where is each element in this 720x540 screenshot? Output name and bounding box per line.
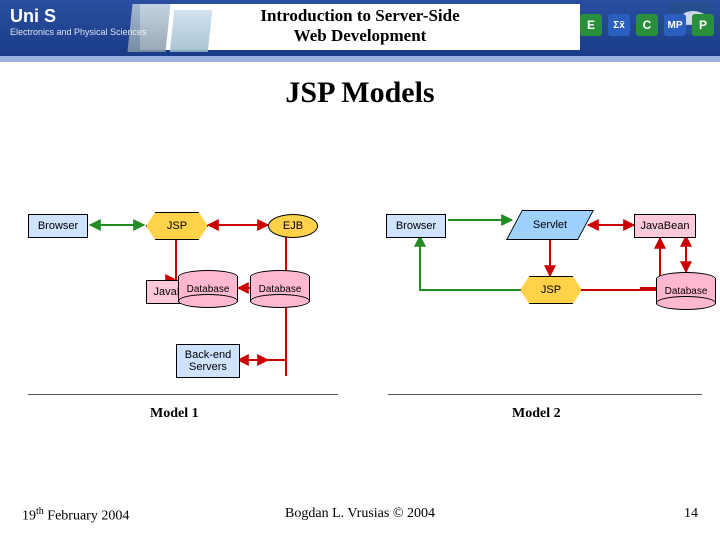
course-title-line2: Web Development xyxy=(294,26,427,45)
footer-page: 14 xyxy=(684,506,698,522)
m2-servlet-node: Servlet xyxy=(514,210,586,240)
badge-c: C xyxy=(636,14,658,36)
m2-jsp-node: JSP xyxy=(520,276,582,304)
diagram-area: Browser JSP EJB JavaBean Database .dia.m… xyxy=(0,180,720,410)
model2-caption: Model 2 xyxy=(512,406,561,422)
model1-diagram: Browser JSP EJB JavaBean Database .dia.m… xyxy=(20,180,350,410)
m2-browser-node: Browser xyxy=(386,214,446,238)
course-title-line1: Introduction to Server-Side xyxy=(260,6,459,25)
footer: 19th February 2004 Bogdan L. Vrusias © 2… xyxy=(0,506,720,530)
m1-database-node: Database xyxy=(178,270,238,308)
m2-database-cyl: Database xyxy=(656,272,716,310)
badge-mp: MP xyxy=(664,14,686,36)
m2-javabean-node: JavaBean xyxy=(634,214,696,238)
header-badges: E Σx̄ C MP P xyxy=(580,14,714,36)
model1-divider xyxy=(28,394,338,395)
slide: Uni S Electronics and Physical Sciences … xyxy=(0,0,720,540)
m1-jsp-node: JSP xyxy=(146,212,208,240)
header-banner: Uni S Electronics and Physical Sciences … xyxy=(0,0,720,62)
model1-caption: Model 1 xyxy=(150,406,199,422)
model2-diagram: Browser Servlet JavaBean JSP Database xyxy=(380,180,710,410)
page-title: JSP Models xyxy=(0,76,720,110)
m1-ejb-node: EJB xyxy=(268,214,318,238)
badge-e: E xyxy=(580,14,602,36)
m1-browser-node: Browser xyxy=(28,214,88,238)
badge-p: P xyxy=(692,14,714,36)
badge-sigma: Σx̄ xyxy=(608,14,630,36)
footer-author: Bogdan L. Vrusias © 2004 xyxy=(0,506,720,522)
